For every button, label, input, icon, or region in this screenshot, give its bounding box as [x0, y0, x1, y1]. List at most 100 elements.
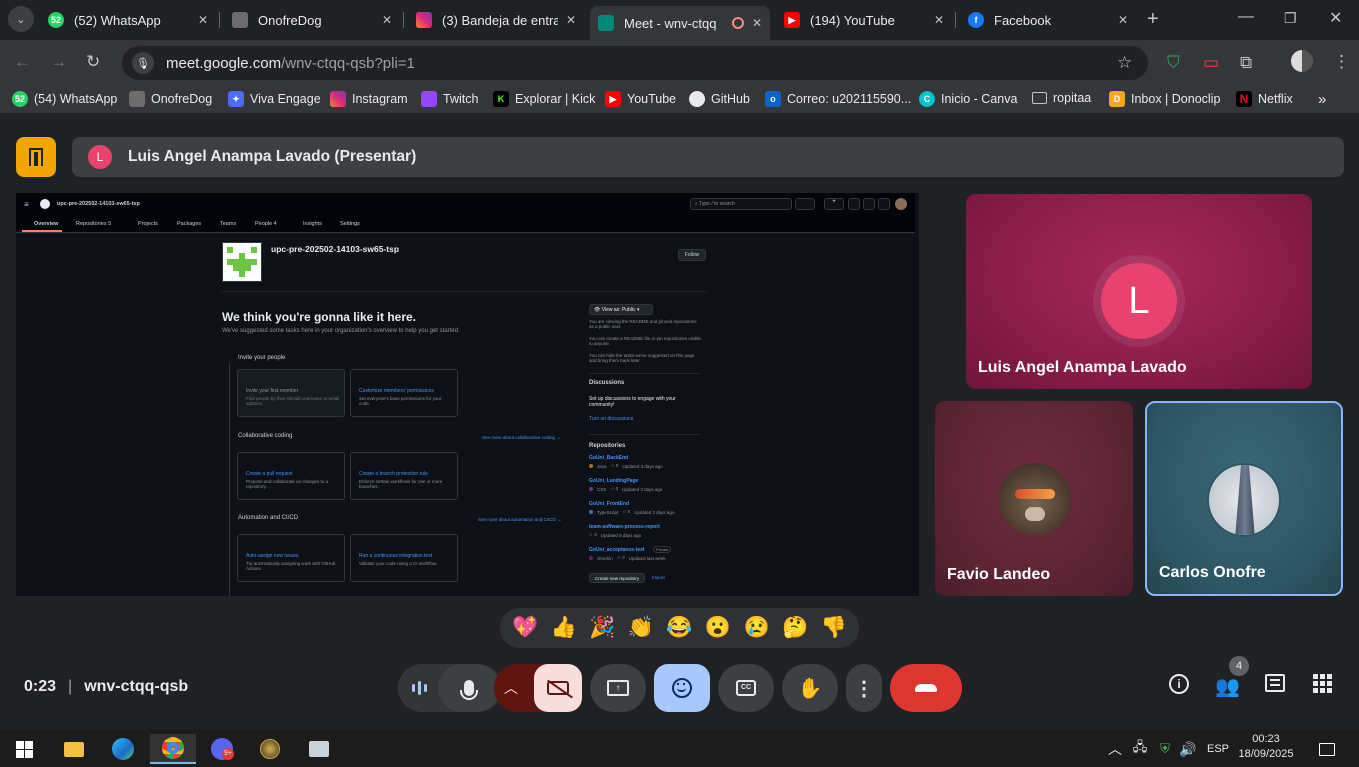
reaction-thinking[interactable]: 🤔	[778, 616, 812, 640]
leave-present-icon[interactable]	[16, 137, 56, 177]
close-window-icon[interactable]: ✕	[1329, 8, 1342, 28]
bookmark-twitch[interactable]: Twitch	[421, 91, 478, 107]
close-icon[interactable]: ✕	[934, 13, 944, 27]
tab-instagram[interactable]: (3) Bandeja de entrad ✕	[408, 6, 584, 34]
file-explorer-icon[interactable]	[54, 734, 94, 764]
bookmark-label: Inicio - Canva	[941, 92, 1018, 106]
tab-title: Meet - wnv-ctqq	[624, 15, 717, 31]
menu-icon[interactable]: ⋮	[1333, 52, 1350, 72]
task-card: Customize members' permissions Set every…	[350, 369, 458, 417]
reaction-party-popper[interactable]: 🎉	[585, 616, 619, 640]
discord-icon[interactable]: 9+	[202, 734, 242, 764]
network-monitor-icon[interactable]	[299, 734, 339, 764]
bookmark-github[interactable]: GitHub	[689, 91, 750, 107]
bookmark-whatsapp[interactable]: 52 (54) WhatsApp	[12, 91, 117, 107]
site-info-icon[interactable]: 🎙	[132, 52, 154, 74]
bookmark-viva-engage[interactable]: ✦ Viva Engage	[228, 91, 321, 107]
bookmark-netflix[interactable]: N Netflix	[1236, 91, 1293, 107]
chrome-icon[interactable]	[150, 734, 196, 764]
twitch-icon	[421, 91, 437, 107]
close-icon[interactable]: ✕	[198, 13, 208, 27]
bookmark-donoclip[interactable]: D Inbox | Donoclip	[1109, 91, 1220, 107]
bookmark-star-icon[interactable]: ☆	[1117, 53, 1132, 73]
github-icon	[689, 91, 705, 107]
close-icon[interactable]: ✕	[752, 16, 762, 30]
emoji-button[interactable]	[654, 664, 710, 712]
section-title: Automation and CI/CD	[238, 515, 299, 521]
reload-icon[interactable]: ↻	[86, 52, 100, 72]
meeting-time: 0:23	[24, 678, 57, 695]
notifications-icon[interactable]	[1307, 734, 1347, 764]
address-bar[interactable]: 🎙 meet.google.com/wnv-ctqq-qsb?pli=1	[122, 46, 1148, 80]
more-options-button[interactable]: ⋮	[846, 664, 882, 712]
clock[interactable]: 00:23 18/09/2025	[1238, 732, 1294, 762]
raise-hand-button[interactable]: ✋	[782, 664, 838, 712]
reaction-thumbs-down[interactable]: 👎	[817, 616, 851, 640]
github-header: ≡ upc-pre-202502-14103-sw65-tsp ⌕ Type /…	[16, 193, 915, 233]
volume-icon[interactable]: 🔊	[1173, 734, 1203, 764]
reaction-clapping[interactable]: 👏	[624, 616, 658, 640]
tab-meet[interactable]: Meet - wnv-ctqq ✕	[590, 6, 770, 40]
tab-facebook[interactable]: f Facebook ✕	[960, 6, 1136, 34]
bookmark-canva[interactable]: C Inicio - Canva	[919, 91, 1017, 107]
gh-tab-overview: Overview	[34, 221, 59, 227]
more-bookmarks-icon[interactable]: »	[1318, 91, 1326, 108]
bookmark-label: Instagram	[352, 92, 408, 106]
adblock-extension-icon[interactable]: ⛉	[1167, 53, 1180, 73]
profile-avatar[interactable]	[1291, 50, 1313, 72]
tab-youtube[interactable]: ▶ (194) YouTube ✕	[776, 6, 952, 34]
repo-updated: Updated 3 days ago	[622, 486, 663, 492]
bookmark-kick[interactable]: K Explorar | Kick	[493, 91, 595, 107]
meet-icon	[598, 15, 614, 31]
participant-tile-favio[interactable]: Favio Landeo	[935, 401, 1133, 596]
repo-meta: Java ☆ 0 Updated 3 days ago	[589, 463, 663, 469]
reaction-crying[interactable]: 😢	[740, 616, 774, 640]
participant-tile-luis[interactable]: L Luis Angel Anampa Lavado	[966, 194, 1312, 389]
new-tab-icon[interactable]: +	[1147, 8, 1159, 31]
people-button[interactable]: 👥 4	[1215, 656, 1249, 699]
leave-call-button[interactable]	[890, 664, 962, 712]
bookmark-youtube[interactable]: ▶ YouTube	[605, 91, 676, 107]
chat-button[interactable]	[1265, 674, 1285, 692]
back-icon[interactable]: ←	[14, 52, 31, 72]
tab-title: (52) WhatsApp	[74, 12, 161, 28]
tab-whatsapp[interactable]: 52 (52) WhatsApp ✕	[40, 6, 216, 34]
close-icon[interactable]: ✕	[1118, 13, 1128, 27]
camera-off-button[interactable]	[534, 664, 582, 712]
close-icon[interactable]: ✕	[382, 13, 392, 27]
present-screen-icon: ↑	[607, 680, 629, 696]
bookmark-onofredog[interactable]: OnofreDog	[129, 91, 212, 107]
extensions-icon[interactable]: ⧉	[1240, 53, 1252, 73]
tab-title: (3) Bandeja de entrad	[442, 12, 558, 28]
bookmark-instagram[interactable]: Instagram	[330, 91, 408, 107]
activities-button[interactable]	[1313, 674, 1332, 693]
reaction-surprised[interactable]: 😮	[701, 616, 735, 640]
reaction-laughing[interactable]: 😂	[662, 616, 696, 640]
section-title: Collaborative coding	[238, 433, 293, 439]
tab-title: Facebook	[994, 12, 1052, 28]
minimize-icon[interactable]: —	[1238, 8, 1254, 26]
bookmark-folder-ropitaa[interactable]: ropitaa	[1032, 91, 1091, 105]
language-indicator[interactable]: ESP	[1201, 734, 1235, 764]
restore-icon[interactable]: ❐	[1284, 10, 1297, 27]
game-launcher-icon[interactable]	[250, 734, 290, 764]
meeting-details-button[interactable]: i	[1169, 674, 1189, 694]
present-screen-button[interactable]: ↑	[590, 664, 646, 712]
close-icon[interactable]: ✕	[566, 13, 576, 27]
repo-name: GoUni_FrontEnd	[589, 501, 629, 507]
reaction-sparkling-heart[interactable]: 💖	[508, 616, 542, 640]
participant-tile-carlos[interactable]: Carlos Onofre	[1145, 401, 1343, 596]
captions-button[interactable]: CC	[718, 664, 774, 712]
mic-button[interactable]	[438, 664, 500, 712]
reaction-thumbs-up[interactable]: 👍	[547, 616, 581, 640]
shared-screen: ≡ upc-pre-202502-14103-sw65-tsp ⌕ Type /…	[16, 193, 919, 596]
tab-search-icon[interactable]: ⌄	[8, 6, 34, 32]
view-text: You are viewing the README and pinned re…	[589, 319, 697, 329]
cast-extension-icon[interactable]: ▭	[1203, 53, 1219, 73]
edge-icon[interactable]	[103, 734, 143, 764]
windows-start-icon[interactable]	[4, 734, 44, 764]
bookmark-correo[interactable]: o Correo: u202115590...	[765, 91, 911, 107]
tab-onofredog[interactable]: OnofreDog ✕	[224, 6, 400, 34]
camera-options-icon[interactable]: ︿	[504, 678, 518, 698]
forward-icon[interactable]: →	[50, 52, 67, 72]
